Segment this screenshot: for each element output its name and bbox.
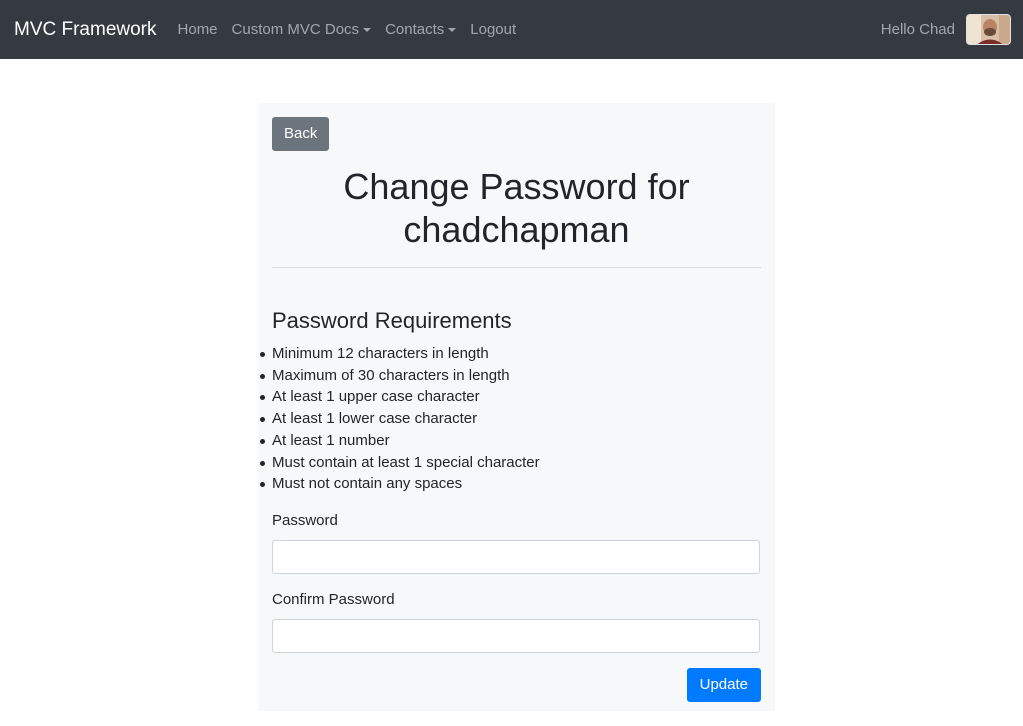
user-greeting: Hello Chad: [880, 21, 955, 38]
list-item: Maximum of 30 characters in length: [260, 365, 761, 387]
nav-home-label: Home: [177, 21, 218, 38]
nav-user-area: Hello Chad: [881, 14, 1011, 45]
nav-home-link[interactable]: Home: [171, 21, 225, 38]
page-title: Change Password for chadchapman: [272, 165, 761, 251]
nav-contacts-label: Contacts: [385, 21, 445, 38]
nav-docs-label: Custom MVC Docs: [231, 21, 360, 38]
navbar: MVC Framework Home Custom MVC Docs Conta…: [0, 0, 1023, 59]
page-title-line1: Change Password for: [343, 166, 690, 207]
list-item: At least 1 upper case character: [260, 386, 761, 408]
divider: [272, 267, 761, 268]
list-item: Minimum 12 characters in length: [260, 343, 761, 365]
password-field[interactable]: [272, 539, 760, 574]
list-item: Must contain at least 1 special characte…: [260, 452, 761, 474]
nav-contacts-dropdown[interactable]: Contacts: [378, 21, 463, 38]
avatar[interactable]: [966, 14, 1011, 45]
nav-docs-dropdown[interactable]: Custom MVC Docs: [225, 21, 379, 38]
nav-logout-link[interactable]: Logout: [463, 21, 523, 38]
nav-links: Home Custom MVC Docs Contacts Logout: [171, 21, 524, 38]
nav-logout-label: Logout: [470, 21, 517, 38]
caret-down-icon: [363, 27, 372, 32]
caret-down-icon: [448, 27, 457, 32]
back-button[interactable]: Back: [272, 117, 330, 151]
confirm-password-label: Confirm Password: [272, 590, 395, 608]
change-password-card: Back Change Password for chadchapman Pas…: [258, 103, 775, 711]
brand-link[interactable]: MVC Framework: [14, 19, 157, 41]
page-title-username: chadchapman: [403, 209, 630, 250]
confirm-password-field[interactable]: [272, 618, 760, 653]
requirements-list: Minimum 12 characters in length Maximum …: [260, 343, 761, 495]
form-actions: Update: [272, 667, 761, 702]
list-item: At least 1 lower case character: [260, 408, 761, 430]
list-item: At least 1 number: [260, 430, 761, 452]
requirements-heading: Password Requirements: [272, 308, 512, 333]
list-item: Must not contain any spaces: [260, 473, 761, 495]
avatar-image: [967, 15, 1010, 44]
password-label: Password: [272, 511, 338, 529]
update-button[interactable]: Update: [686, 667, 761, 702]
